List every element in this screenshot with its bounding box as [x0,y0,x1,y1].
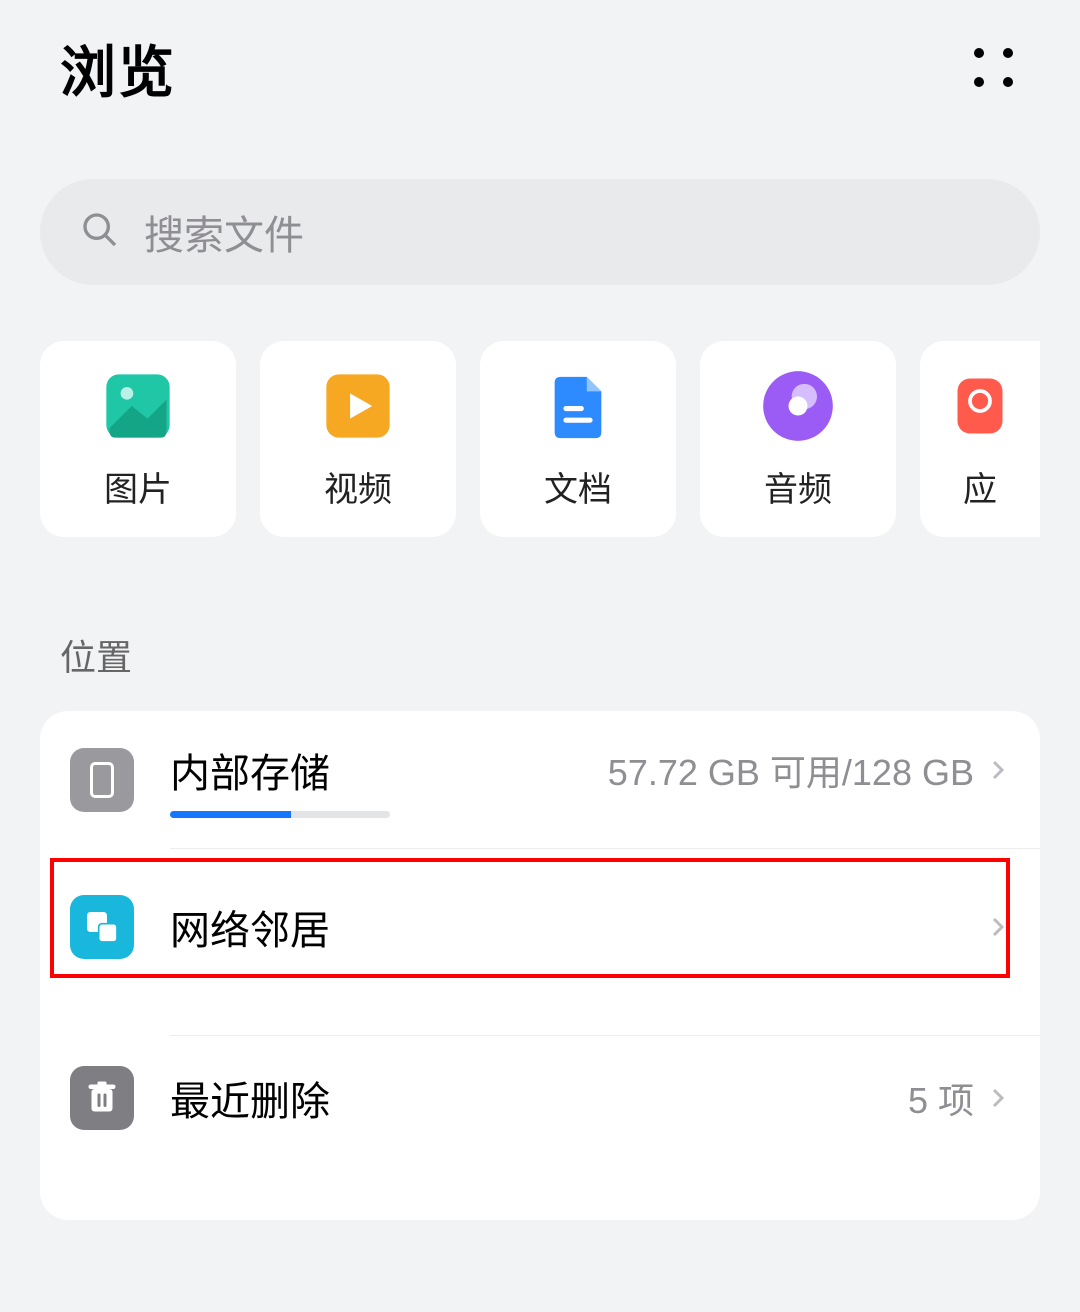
location-subtitle [974,906,1010,948]
search-input[interactable]: 搜索文件 [40,179,1040,285]
location-internal-storage[interactable]: 内部存储 57.72 GB 可用/128 GB [40,711,1040,848]
page-title: 浏览 [60,28,176,109]
category-apps[interactable]: 应 [920,341,1040,537]
app-icon [942,368,1018,444]
location-list: 内部存储 57.72 GB 可用/128 GB 网络邻 [40,711,1040,1220]
search-icon [80,210,120,255]
category-label: 视频 [324,462,392,511]
location-title: 网络邻居 [170,898,330,956]
storage-progress-fill [170,811,291,818]
chevron-right-icon [974,906,1010,948]
storage-progress [170,811,390,818]
audio-icon [760,368,836,444]
header: 浏览 [0,0,1080,139]
image-icon [100,368,176,444]
network-icon [70,895,134,959]
location-network[interactable]: 网络邻居 [40,849,1040,1005]
location-subtitle: 5 项 [908,1072,1010,1124]
category-videos[interactable]: 视频 [260,341,456,537]
document-icon [540,368,616,444]
location-trash[interactable]: 最近删除 5 项 [40,1036,1040,1160]
location-title: 内部存储 [170,741,330,799]
phone-icon [70,748,134,812]
category-row: 图片 视频 文档 音频 [0,285,1080,537]
more-menu-icon[interactable] [970,44,1020,94]
search-placeholder: 搜索文件 [144,203,304,261]
category-label: 音频 [764,462,832,511]
category-images[interactable]: 图片 [40,341,236,537]
video-icon [320,368,396,444]
category-label: 文档 [544,462,612,511]
trash-icon [70,1066,134,1130]
locations-header: 位置 [60,629,1080,681]
location-title: 最近删除 [170,1069,330,1127]
category-audio[interactable]: 音频 [700,341,896,537]
chevron-right-icon [974,1077,1010,1119]
category-docs[interactable]: 文档 [480,341,676,537]
category-label: 应 [963,462,997,511]
location-subtitle: 57.72 GB 可用/128 GB [608,744,1010,796]
category-label: 图片 [104,462,172,511]
chevron-right-icon [974,749,1010,791]
